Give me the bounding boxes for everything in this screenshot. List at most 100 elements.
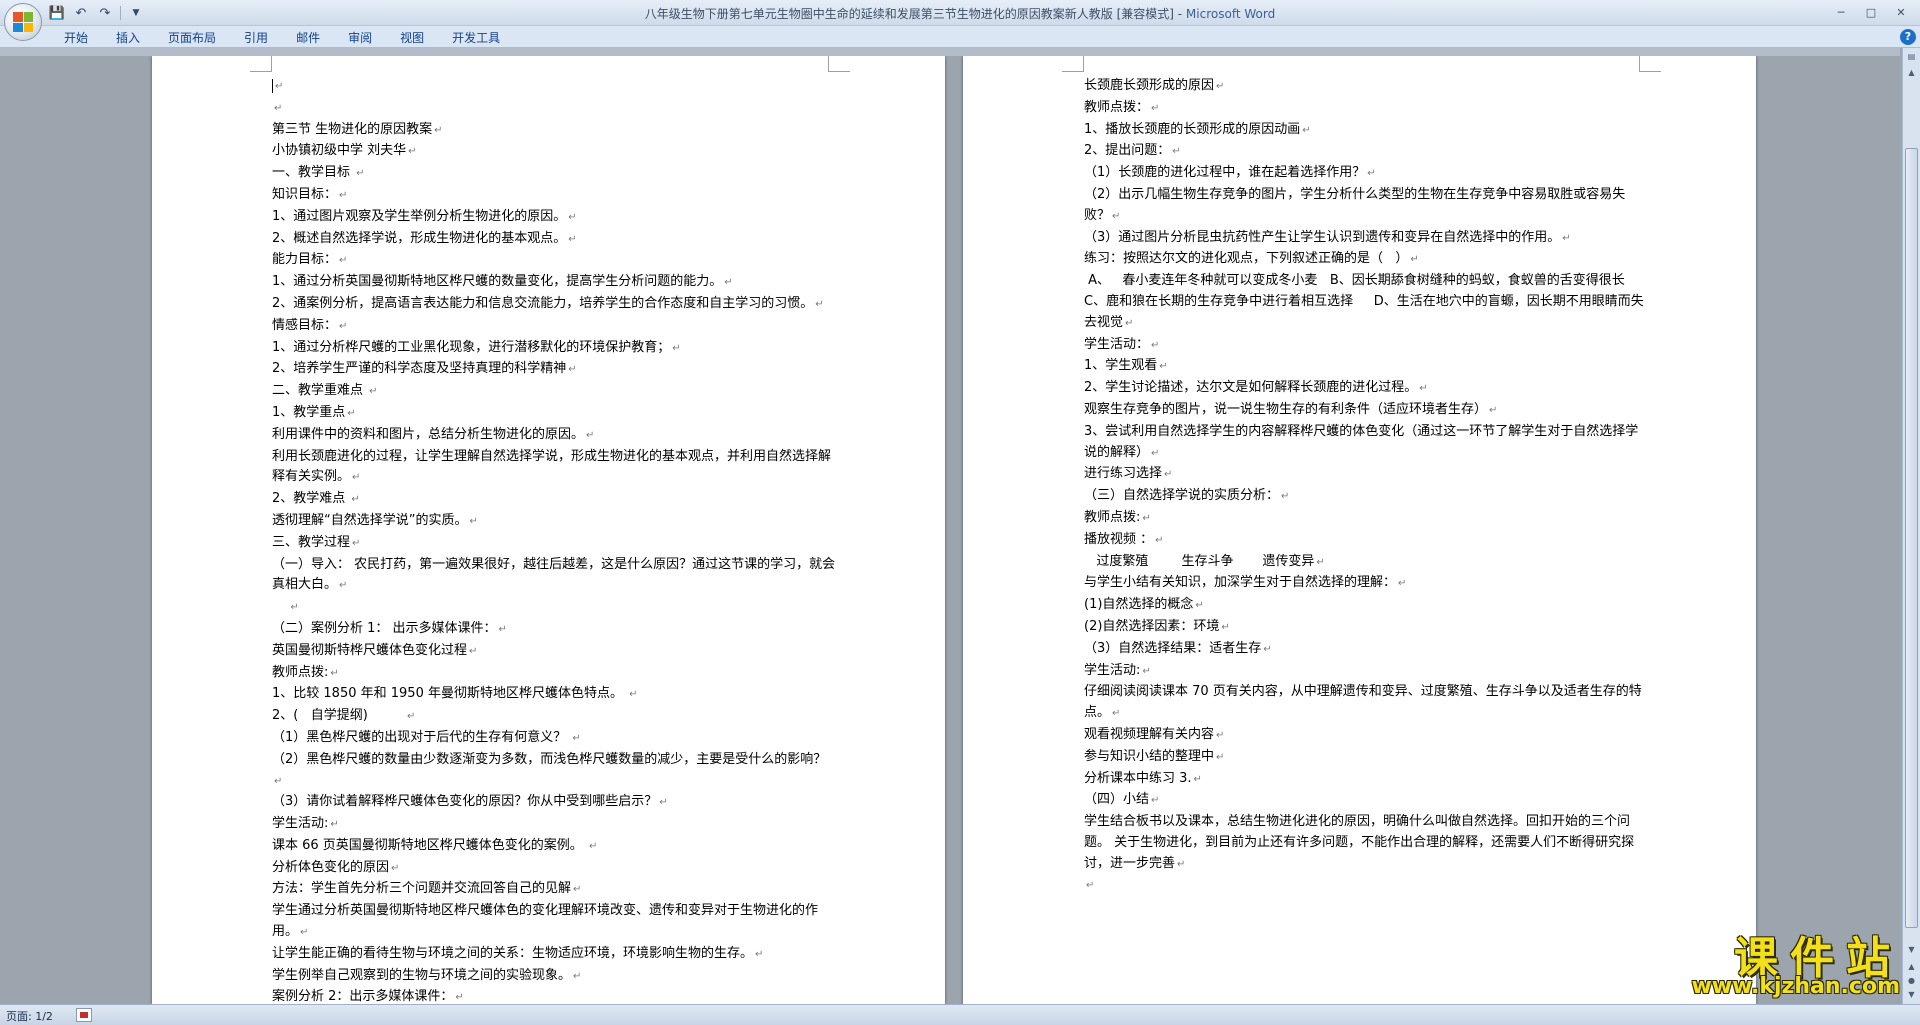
document-line: 教师点拨: ↵ [272, 663, 837, 685]
paragraph-mark-icon: ↵ [1151, 102, 1160, 114]
document-workspace: ↵ ↵ 第三节 生物进化的原因教案 ↵ 小协镇初级中学 刘夫华 ↵ 一、教学目标 ↵ 知识目标… [0, 56, 1902, 1004]
paragraph-mark-icon: ↵ [275, 81, 284, 92]
line-text: 透彻理解“自然选择学说”的实质。 [272, 512, 468, 528]
paragraph-mark-icon: ↵ [1172, 146, 1181, 158]
line-text [272, 599, 289, 614]
document-line: 2、提出问题： ↵ [1084, 141, 1649, 163]
document-line: 学生结合板书以及课本，总结生物进化进化的原因，明确什么叫做自然选择。回扣开始的三… [1084, 812, 1649, 875]
document-title: 八年级生物下册第七单元生物圈中生命的延续和发展第三节生物进化的原因教案新人教版 … [644, 7, 1186, 21]
paragraph-mark-icon: ↵ [290, 602, 299, 614]
paragraph-mark-icon: ↵ [1086, 880, 1095, 892]
document-line: ↵ [272, 98, 837, 120]
line-text: 播放视频 ： [1084, 531, 1154, 547]
document-line: 1、学生观看 ↵ [1084, 356, 1649, 378]
page-indicator[interactable]: 页面: 1/2 [6, 1008, 53, 1024]
line-text: 课本 66 页英国曼彻斯特地区桦尺蠖体色变化的案例。 [272, 837, 587, 853]
document-line: 练习：按照达尔文的进化观点，下列叙述正确的是（ ） ↵ [1084, 249, 1649, 271]
paragraph-mark-icon: ↵ [391, 862, 400, 874]
line-text: 教师点拨: [1084, 509, 1141, 525]
paragraph-mark-icon: ↵ [352, 472, 361, 484]
line-text: 三、教学过程 [272, 534, 351, 550]
document-page-2[interactable]: 长颈鹿长颈形成的原因 ↵ 教师点拨： ↵ 1、播放长颈鹿的长颈形成的原因动画 ↵ 2、提出问… [963, 56, 1756, 1004]
paragraph-mark-icon: ↵ [724, 277, 733, 289]
paragraph-mark-icon: ↵ [588, 840, 598, 852]
document-line: （1）黑色桦尺蠖的出现对于后代的生存有何意义？ ↵ [272, 728, 837, 750]
restore-icon[interactable]: □ [1858, 3, 1884, 21]
paragraph-mark-icon: ↵ [1112, 708, 1121, 720]
document-line: （三）自然选择学说的实质分析： ↵ [1084, 486, 1649, 508]
document-line: 能力目标： ↵ [272, 250, 837, 272]
margin-corner-mark [828, 56, 850, 72]
close-icon[interactable]: ✕ [1888, 3, 1914, 21]
paragraph-mark-icon: ↵ [1142, 512, 1151, 524]
line-text: （2）黑色桦尺蠖的数量由少数逐渐变为多数，而浅色桦尺蠖数量的减少，主要是受什么的… [272, 751, 831, 767]
document-line: 3、尝试利用自然选择学生的内容解释桦尺蠖的体色变化（通过这一环节了解学生对于自然… [1084, 422, 1649, 465]
line-text: A、 春小麦连年冬种就可以变成冬小麦 B、因长期舔食树缝种的蚂蚁，食蚁兽的舌变得… [1084, 273, 1667, 330]
paragraph-mark-icon: ↵ [369, 386, 378, 398]
document-line: （3）自然选择结果：适者生存 ↵ [1084, 639, 1649, 661]
line-text: （三）自然选择学说的实质分析： [1084, 488, 1280, 504]
document-line: (1)自然选择的概念 ↵ [1084, 595, 1649, 617]
paragraph-mark-icon: ↵ [1489, 404, 1498, 416]
scrollbar-thumb[interactable] [1905, 148, 1918, 928]
paragraph-mark-icon: ↵ [672, 342, 681, 354]
paragraph-mark-icon: ↵ [455, 992, 464, 1004]
tab-home[interactable]: 开始 [50, 29, 102, 47]
paragraph-mark-icon: ↵ [347, 407, 356, 419]
line-text: （3）通过图片分析昆虫抗药性产生让学生认识到遗传和变异在自然选择中的作用。 [1084, 229, 1561, 245]
spelling-check-icon[interactable] [76, 1008, 92, 1022]
document-line: （2）黑色桦尺蠖的数量由少数逐渐变为多数，而浅色桦尺蠖数量的减少，主要是受什么的… [272, 750, 837, 793]
paragraph-mark-icon: ↵ [1151, 339, 1160, 351]
tab-page-layout[interactable]: 页面布局 [154, 29, 230, 47]
tab-mailings[interactable]: 邮件 [282, 29, 334, 47]
line-text: 与学生小结有关知识，加深学生对于自然选择的理解： [1084, 575, 1397, 591]
document-line: 参与知识小结的整理中 ↵ [1084, 747, 1649, 769]
document-line: （2）出示几幅生物生存竞争的图片，学生分析什么类型的生物在生存竞争中容易取胜或容… [1084, 185, 1649, 228]
office-logo-icon [13, 12, 33, 32]
document-line: 小协镇初级中学 刘夫华 ↵ [272, 141, 837, 163]
office-button[interactable] [4, 3, 42, 41]
document-page-1[interactable]: ↵ ↵ 第三节 生物进化的原因教案 ↵ 小协镇初级中学 刘夫华 ↵ 一、教学目标 ↵ 知识目标… [152, 56, 945, 1004]
paragraph-mark-icon: ↵ [330, 819, 339, 831]
document-line: ↵ [1084, 875, 1649, 897]
document-line: 2、培养学生严谨的科学态度及坚持真理的科学精神 ↵ [272, 359, 837, 381]
document-line: 仔细阅读阅读课本 70 页有关内容，从中理解遗传和变异、过度繁殖、生存斗争以及适… [1084, 682, 1649, 725]
paragraph-mark-icon: ↵ [1281, 491, 1290, 503]
vertical-scrollbar[interactable]: ▤ ▲ ▼ ▲ ● ▼ [1902, 48, 1920, 1004]
line-text: 2、教学难点 [272, 491, 350, 507]
tab-references[interactable]: 引用 [230, 29, 282, 47]
tab-view[interactable]: 视图 [386, 29, 438, 47]
ribbon-tab-bar: 开始 插入 页面布局 引用 邮件 审阅 视图 开发工具 ? [0, 26, 1920, 48]
line-text: 情感目标： [272, 317, 338, 333]
document-line: 2、( 自学提纲) ↵ [272, 706, 837, 728]
document-line: 教师点拨: ↵ [1084, 508, 1649, 530]
line-text: 学生通过分析英国曼彻斯特地区桦尺蠖体色的变化理解环境改变、遗传和变异对于生物进化… [272, 903, 819, 940]
scroll-up-icon[interactable]: ▲ [1905, 66, 1918, 79]
line-text: 过度繁殖 生存斗争 遗传变异 [1084, 553, 1315, 569]
document-line: 2、教学难点 ↵ [272, 489, 837, 511]
line-text: 学生活动: [1084, 662, 1141, 678]
paragraph-mark-icon: ↵ [1195, 600, 1204, 612]
app-name: Microsoft Word [1185, 7, 1276, 21]
line-text: （1）黑色桦尺蠖的出现对于后代的生存有何意义？ [272, 729, 571, 745]
document-line: 观看视频理解有关内容 ↵ [1084, 725, 1649, 747]
ruler-toggle-icon[interactable]: ▤ [1905, 50, 1918, 63]
line-text: 二、教学重难点 [272, 383, 368, 399]
document-line: （四）小结 ↵ [1084, 790, 1649, 812]
tab-review[interactable]: 审阅 [334, 29, 386, 47]
tab-insert[interactable]: 插入 [102, 29, 154, 47]
paragraph-mark-icon: ↵ [572, 732, 581, 744]
paragraph-mark-icon: ↵ [339, 255, 348, 267]
paragraph-mark-icon: ↵ [568, 364, 577, 376]
line-text: 2、提出问题： [1084, 143, 1171, 159]
paragraph-mark-icon: ↵ [568, 211, 577, 223]
minimize-icon[interactable]: ─ [1828, 3, 1854, 21]
line-text: （1）长颈鹿的进化过程中，谁在起着选择作用？ [1084, 165, 1366, 181]
document-line: 1、比较 1850 年和 1950 年曼彻斯特地区桦尺蠖体色特点。 ↵ [272, 684, 837, 706]
paragraph-mark-icon: ↵ [755, 948, 764, 960]
tab-developer[interactable]: 开发工具 [438, 29, 514, 47]
document-line: 2、概述自然选择学说，形成生物进化的基本观点。 ↵ [272, 229, 837, 251]
line-text: 分析课本中练习 3. [1084, 770, 1192, 786]
document-line: （一）导入： 农民打药，第一遍效果很好，越往后越差，这是什么原因？通过这节课的学… [272, 555, 837, 598]
help-icon[interactable]: ? [1900, 29, 1916, 45]
